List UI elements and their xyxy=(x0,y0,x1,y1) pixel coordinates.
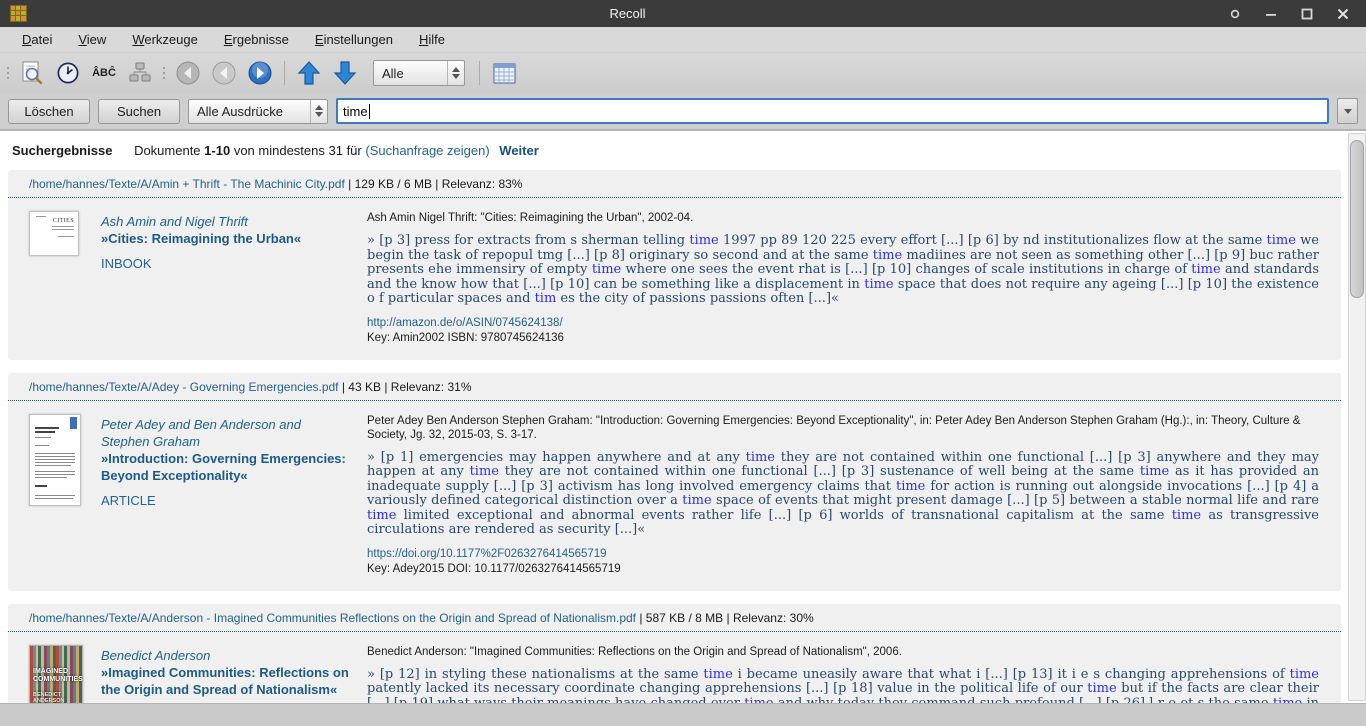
doc-citation: Ash Amin Nigel Thrift: "Cities: Reimagin… xyxy=(367,211,1319,225)
vertical-scrollbar[interactable] xyxy=(1348,133,1366,701)
maximize-icon[interactable] xyxy=(1300,7,1314,21)
window-menu-icon[interactable] xyxy=(1228,7,1242,21)
search-history-dropdown[interactable] xyxy=(1337,98,1358,124)
toolbar: ÂBĈ xyxy=(0,53,1366,93)
result-path-link[interactable]: /home/hannes/Texte/A/Amin + Thrift - The… xyxy=(29,177,345,191)
result-path-link[interactable]: /home/hannes/Texte/A/Adey - Governing Em… xyxy=(29,380,339,394)
result-meta: | 129 KB / 6 MB | Relevanz: 83% xyxy=(345,177,523,191)
results-header: Suchergebnisse Dokumente 1-10 von mindes… xyxy=(0,131,1346,170)
menu-hilfe[interactable]: Hilfe xyxy=(407,28,457,51)
doc-title[interactable]: »Cities: Reimagining the Urban« xyxy=(101,230,349,247)
doc-citation: Peter Adey Ben Anderson Stephen Graham: … xyxy=(367,414,1319,442)
page-down-icon[interactable] xyxy=(329,58,361,88)
result-card: /home/hannes/Texte/A/Amin + Thrift - The… xyxy=(8,170,1341,360)
category-filter-value: Alle xyxy=(374,66,447,81)
search-input[interactable]: time xyxy=(336,98,1329,124)
doc-snippet: » [p 1] emergencies may happen anywhere … xyxy=(367,451,1319,538)
recoll-app-icon xyxy=(10,5,27,22)
doc-url-link[interactable]: http://amazon.de/o/ASIN/0745624138/ xyxy=(367,317,1319,329)
menubar: Datei View Werkzeuge Ergebnisse Einstell… xyxy=(0,27,1366,53)
thumbnail-cover-text: IMAGINED COMMUNITIES xyxy=(33,668,80,684)
scrollbar-thumb[interactable] xyxy=(1350,140,1364,298)
menu-datei[interactable]: Datei xyxy=(10,28,64,51)
results-title: Suchergebnisse xyxy=(12,143,112,158)
result-path-link[interactable]: /home/hannes/Texte/A/Anderson - Imagined… xyxy=(29,611,636,625)
toolbar-separator-2 xyxy=(479,61,480,85)
doc-type-badge: INBOOK xyxy=(101,256,349,271)
document-thumbnail[interactable]: IMAGINED COMMUNITIES BENEDICT ANDERSON xyxy=(29,645,83,704)
result-path-row: /home/hannes/Texte/A/Adey - Governing Em… xyxy=(8,373,1341,401)
toolbar-drag-handle-2[interactable] xyxy=(160,62,168,84)
toolbar-drag-handle[interactable] xyxy=(4,62,12,84)
doc-author: Benedict Anderson xyxy=(101,647,349,664)
document-thumbnail[interactable]: CITIES xyxy=(29,211,79,256)
doc-type-badge: ARTICLE xyxy=(101,493,349,508)
search-mode-value: Alle Ausdrücke xyxy=(189,104,310,119)
result-path-row: /home/hannes/Texte/A/Amin + Thrift - The… xyxy=(8,170,1341,198)
doc-url-link[interactable]: https://doi.org/10.1177%2F02632764145657… xyxy=(367,548,1319,560)
search-mode-select[interactable]: Alle Ausdrücke xyxy=(188,99,328,124)
results-count-middle: von mindestens 31 für xyxy=(234,143,362,158)
recoll-window: Recoll Datei View Werkzeuge Ergebnisse E… xyxy=(0,0,1366,726)
result-meta: | 43 KB | Relevanz: 31% xyxy=(339,380,472,394)
window-title: Recoll xyxy=(27,6,1228,21)
document-thumbnail[interactable] xyxy=(29,414,81,506)
nav-first-page-icon[interactable] xyxy=(172,58,204,88)
preview-document-icon[interactable] xyxy=(16,58,48,88)
sort-parameters-icon[interactable] xyxy=(124,58,156,88)
doc-author: Peter Adey and Ben Anderson and Stephen … xyxy=(101,416,349,450)
toolbar-separator xyxy=(284,61,285,85)
result-card: /home/hannes/Texte/A/Adey - Governing Em… xyxy=(8,373,1341,591)
result-card: /home/hannes/Texte/A/Anderson - Imagined… xyxy=(8,604,1341,704)
result-table-icon[interactable] xyxy=(488,58,520,88)
menu-einstellungen[interactable]: Einstellungen xyxy=(303,28,405,51)
nav-back-icon[interactable] xyxy=(208,58,240,88)
results-count-prefix: Dokumente xyxy=(134,143,200,158)
nav-forward-icon[interactable] xyxy=(244,58,276,88)
doc-key: Key: Adey2015 DOI: 10.1177/0263276414565… xyxy=(367,563,1319,575)
menu-ergebnisse[interactable]: Ergebnisse xyxy=(212,28,301,51)
next-page-link[interactable]: Weiter xyxy=(499,143,539,158)
doc-title[interactable]: »Introduction: Governing Emergencies: Be… xyxy=(101,450,349,484)
results-range: 1-10 xyxy=(204,143,230,158)
term-explorer-abc-icon[interactable]: ÂBĈ xyxy=(88,58,120,88)
chevron-down-icon xyxy=(1344,109,1352,114)
doc-author: Ash Amin and Nigel Thrift xyxy=(101,213,349,230)
doc-key: Key: Amin2002 ISBN: 9780745624136 xyxy=(367,332,1319,344)
doc-title[interactable]: »Imagined Communities: Reflections on th… xyxy=(101,664,349,698)
show-query-link[interactable]: (Suchanfrage zeigen) xyxy=(365,143,489,158)
clock-icon[interactable] xyxy=(52,58,84,88)
search-toolbar: Löschen Suchen Alle Ausdrücke time xyxy=(0,93,1366,130)
menu-view[interactable]: View xyxy=(66,28,118,51)
text-caret xyxy=(369,104,370,119)
category-filter-select[interactable]: Alle xyxy=(373,60,465,86)
results-viewport: Suchergebnisse Dokumente 1-10 von mindes… xyxy=(0,131,1346,703)
clear-button[interactable]: Löschen xyxy=(8,99,90,124)
titlebar: Recoll xyxy=(0,0,1366,27)
thumbnail-cover-author: BENEDICT ANDERSON xyxy=(33,692,80,704)
spinner-arrows-icon xyxy=(310,100,327,123)
results-area: Suchergebnisse Dokumente 1-10 von mindes… xyxy=(0,130,1366,703)
close-icon[interactable] xyxy=(1336,7,1350,21)
search-button[interactable]: Suchen xyxy=(98,99,180,124)
minimize-icon[interactable] xyxy=(1264,7,1278,21)
result-meta: | 587 KB / 8 MB | Relevanz: 30% xyxy=(636,611,814,625)
doc-citation: Benedict Anderson: "Imagined Communities… xyxy=(367,645,1319,659)
spinner-arrows-icon xyxy=(447,61,464,85)
page-up-icon[interactable] xyxy=(293,58,325,88)
thumbnail-cover-text: CITIES xyxy=(53,218,74,224)
doc-snippet: » [p 3] press for extracts from s sherma… xyxy=(367,234,1319,307)
result-path-row: /home/hannes/Texte/A/Anderson - Imagined… xyxy=(8,604,1341,632)
menu-werkzeuge[interactable]: Werkzeuge xyxy=(120,28,210,51)
search-query-text: time xyxy=(343,104,368,119)
status-strip xyxy=(0,703,1366,726)
doc-snippet: » [p 12] in styling these nationalisms a… xyxy=(367,668,1319,704)
